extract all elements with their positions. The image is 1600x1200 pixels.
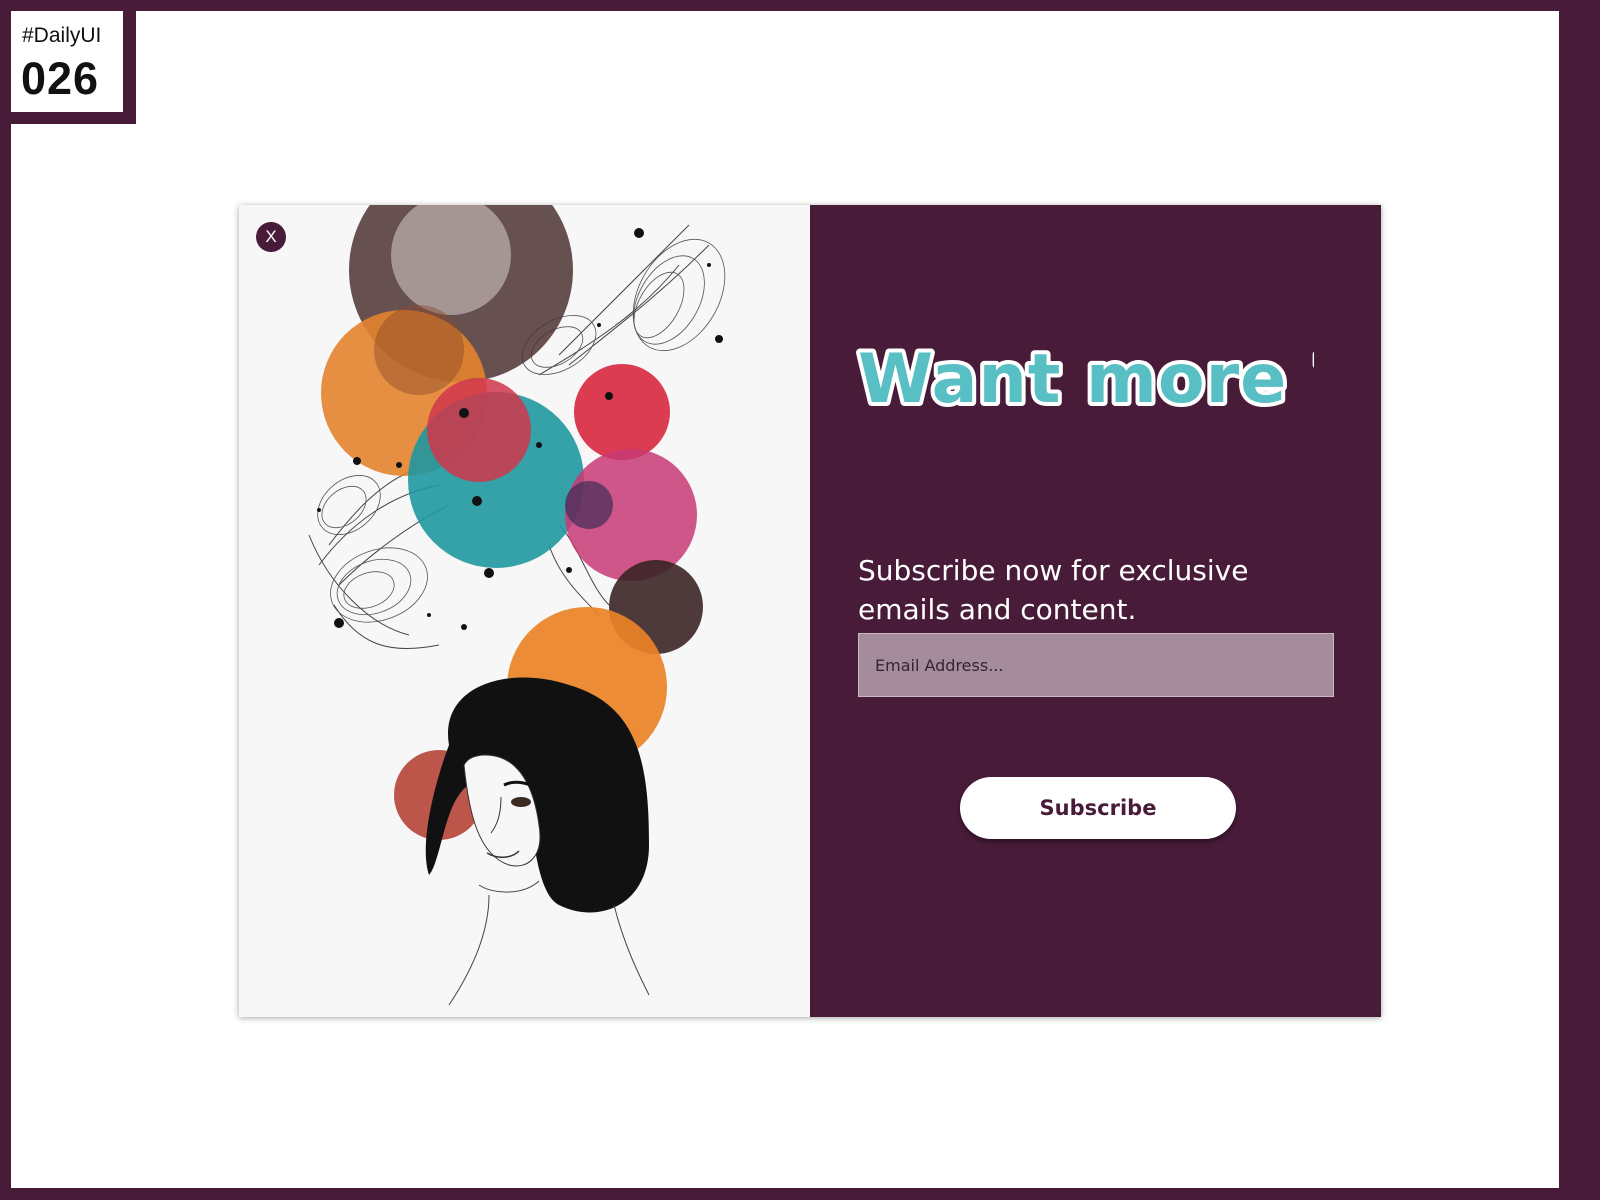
subscribe-button[interactable]: Subscribe xyxy=(960,777,1236,839)
subscribe-modal: X Want more ? Subscribe now for exclusiv… xyxy=(239,205,1381,1017)
subtitle-text: Subscribe now for exclusive emails and c… xyxy=(858,554,1249,626)
illustration-pane: X xyxy=(239,205,810,1017)
headline: Want more ? xyxy=(854,336,1314,423)
page-canvas: #DailyUI 026 X Want more ? Subscribe now… xyxy=(11,11,1559,1188)
close-button[interactable]: X xyxy=(256,222,286,252)
badge-tag: #DailyUI xyxy=(22,24,102,47)
subscribe-panel: Want more ? Subscribe now for exclusive … xyxy=(810,205,1381,1017)
headline-text: Want more ? xyxy=(858,340,1314,419)
daily-ui-badge: #DailyUI 026 xyxy=(11,11,136,124)
email-field[interactable] xyxy=(858,633,1334,697)
watercolor-woman-illustration xyxy=(308,205,726,1006)
badge-number: 026 xyxy=(21,53,100,104)
